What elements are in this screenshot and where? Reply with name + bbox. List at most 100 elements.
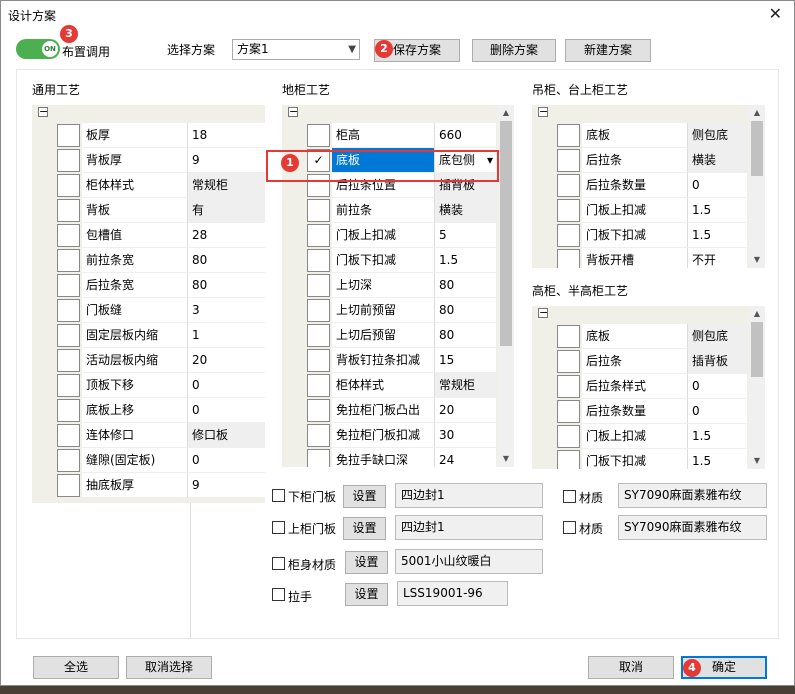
row-value[interactable]: 15: [434, 348, 496, 373]
row-value[interactable]: 1.5: [687, 449, 747, 469]
material2-checkbox[interactable]: [563, 521, 576, 534]
scroll-thumb[interactable]: [500, 121, 512, 346]
row-value[interactable]: 28: [187, 223, 265, 248]
row-checkbox[interactable]: [57, 274, 80, 297]
row-checkbox[interactable]: [57, 149, 80, 172]
row-value[interactable]: 5: [434, 223, 496, 248]
row-checkbox[interactable]: [557, 400, 580, 423]
row-checkbox[interactable]: [307, 349, 330, 372]
floor-scrollbar[interactable]: ▲ ▼: [498, 105, 514, 467]
row-value[interactable]: 1: [187, 323, 265, 348]
row-checkbox[interactable]: [57, 449, 80, 472]
scroll-thumb[interactable]: [751, 121, 763, 176]
row-value[interactable]: 1.5: [434, 248, 496, 273]
row-value[interactable]: 660: [434, 123, 496, 148]
row-checkbox[interactable]: [307, 399, 330, 422]
row-checkbox[interactable]: [557, 375, 580, 398]
upper-door-checkbox[interactable]: [272, 521, 285, 534]
row-checkbox[interactable]: [57, 224, 80, 247]
row-value[interactable]: 80: [187, 248, 265, 273]
scheme-select[interactable]: 方案1 ▼: [232, 39, 360, 60]
row-checkbox[interactable]: [57, 299, 80, 322]
row-checkbox[interactable]: [557, 174, 580, 197]
row-checkbox[interactable]: [557, 249, 580, 268]
row-checkbox[interactable]: [557, 224, 580, 247]
row-value[interactable]: 18: [187, 123, 265, 148]
cancel-button[interactable]: 取消: [588, 656, 674, 679]
row-checkbox[interactable]: [57, 199, 80, 222]
row-checkbox[interactable]: [307, 299, 330, 322]
row-checkbox[interactable]: [557, 450, 580, 469]
scroll-thumb[interactable]: [751, 322, 763, 377]
row-value[interactable]: 常规柜: [434, 373, 496, 398]
row-checkbox[interactable]: [557, 124, 580, 147]
row-checkbox[interactable]: [307, 124, 330, 147]
scroll-down-icon[interactable]: ▼: [749, 453, 765, 469]
row-value[interactable]: 80: [187, 273, 265, 298]
row-checkbox[interactable]: [307, 324, 330, 347]
handle-checkbox[interactable]: [272, 588, 285, 601]
row-value[interactable]: 1.5: [687, 424, 747, 449]
row-checkbox[interactable]: [57, 324, 80, 347]
row-value[interactable]: 3: [187, 298, 265, 323]
row-checkbox[interactable]: [557, 149, 580, 172]
row-value[interactable]: 9: [187, 148, 265, 173]
scroll-down-icon[interactable]: ▼: [498, 451, 514, 467]
row-checkbox[interactable]: [557, 199, 580, 222]
row-value[interactable]: 1.5: [687, 223, 747, 248]
collapse-icon[interactable]: −: [538, 307, 548, 318]
lower-door-checkbox[interactable]: [272, 489, 285, 502]
body-material-settings-button[interactable]: 设置: [345, 551, 388, 574]
row-checkbox[interactable]: [307, 424, 330, 447]
close-icon[interactable]: ✕: [769, 4, 782, 23]
row-checkbox[interactable]: [57, 124, 80, 147]
row-value[interactable]: 插背板: [687, 349, 747, 374]
upper-door-settings-button[interactable]: 设置: [343, 517, 386, 540]
row-value[interactable]: 80: [434, 273, 496, 298]
row-value[interactable]: 0: [687, 374, 747, 399]
hanging-scrollbar[interactable]: ▲ ▼: [749, 105, 765, 268]
row-value[interactable]: 0: [687, 399, 747, 424]
row-checkbox[interactable]: [57, 374, 80, 397]
row-value[interactable]: 修口板: [187, 423, 265, 448]
layout-toggle[interactable]: ON: [16, 39, 60, 59]
row-value[interactable]: 24: [434, 448, 496, 467]
row-value[interactable]: 侧包底: [687, 123, 747, 148]
new-scheme-button[interactable]: 新建方案: [565, 39, 651, 62]
row-checkbox[interactable]: [307, 449, 330, 467]
deselect-button[interactable]: 取消选择: [126, 656, 212, 679]
row-checkbox[interactable]: [57, 474, 80, 497]
row-checkbox[interactable]: [557, 325, 580, 348]
row-value[interactable]: 30: [434, 423, 496, 448]
tall-scrollbar[interactable]: ▲ ▼: [749, 306, 765, 469]
row-value[interactable]: 不开: [687, 248, 747, 268]
row-checkbox[interactable]: [57, 424, 80, 447]
scroll-down-icon[interactable]: ▼: [749, 252, 765, 268]
body-material-checkbox[interactable]: [272, 557, 285, 570]
row-value[interactable]: 侧包底: [687, 324, 747, 349]
row-value[interactable]: 1.5: [687, 198, 747, 223]
row-value[interactable]: 0: [687, 173, 747, 198]
row-checkbox[interactable]: [307, 224, 330, 247]
scroll-up-icon[interactable]: ▲: [498, 105, 514, 121]
material1-checkbox[interactable]: [563, 490, 576, 503]
row-checkbox[interactable]: [307, 374, 330, 397]
scroll-up-icon[interactable]: ▲: [749, 105, 765, 121]
row-value[interactable]: 有: [187, 198, 265, 223]
delete-scheme-button[interactable]: 删除方案: [472, 39, 556, 62]
scroll-up-icon[interactable]: ▲: [749, 306, 765, 322]
lower-door-settings-button[interactable]: 设置: [343, 485, 386, 508]
row-checkbox[interactable]: [57, 399, 80, 422]
row-value[interactable]: 20: [187, 348, 265, 373]
collapse-icon[interactable]: −: [288, 106, 298, 117]
row-value[interactable]: 20: [434, 398, 496, 423]
row-checkbox[interactable]: [57, 174, 80, 197]
row-checkbox[interactable]: [307, 274, 330, 297]
row-value[interactable]: 9: [187, 473, 265, 498]
row-value[interactable]: 0: [187, 448, 265, 473]
row-checkbox[interactable]: [557, 350, 580, 373]
row-value[interactable]: 横装: [687, 148, 747, 173]
row-value[interactable]: 0: [187, 373, 265, 398]
row-value[interactable]: 80: [434, 323, 496, 348]
row-value[interactable]: 80: [434, 298, 496, 323]
